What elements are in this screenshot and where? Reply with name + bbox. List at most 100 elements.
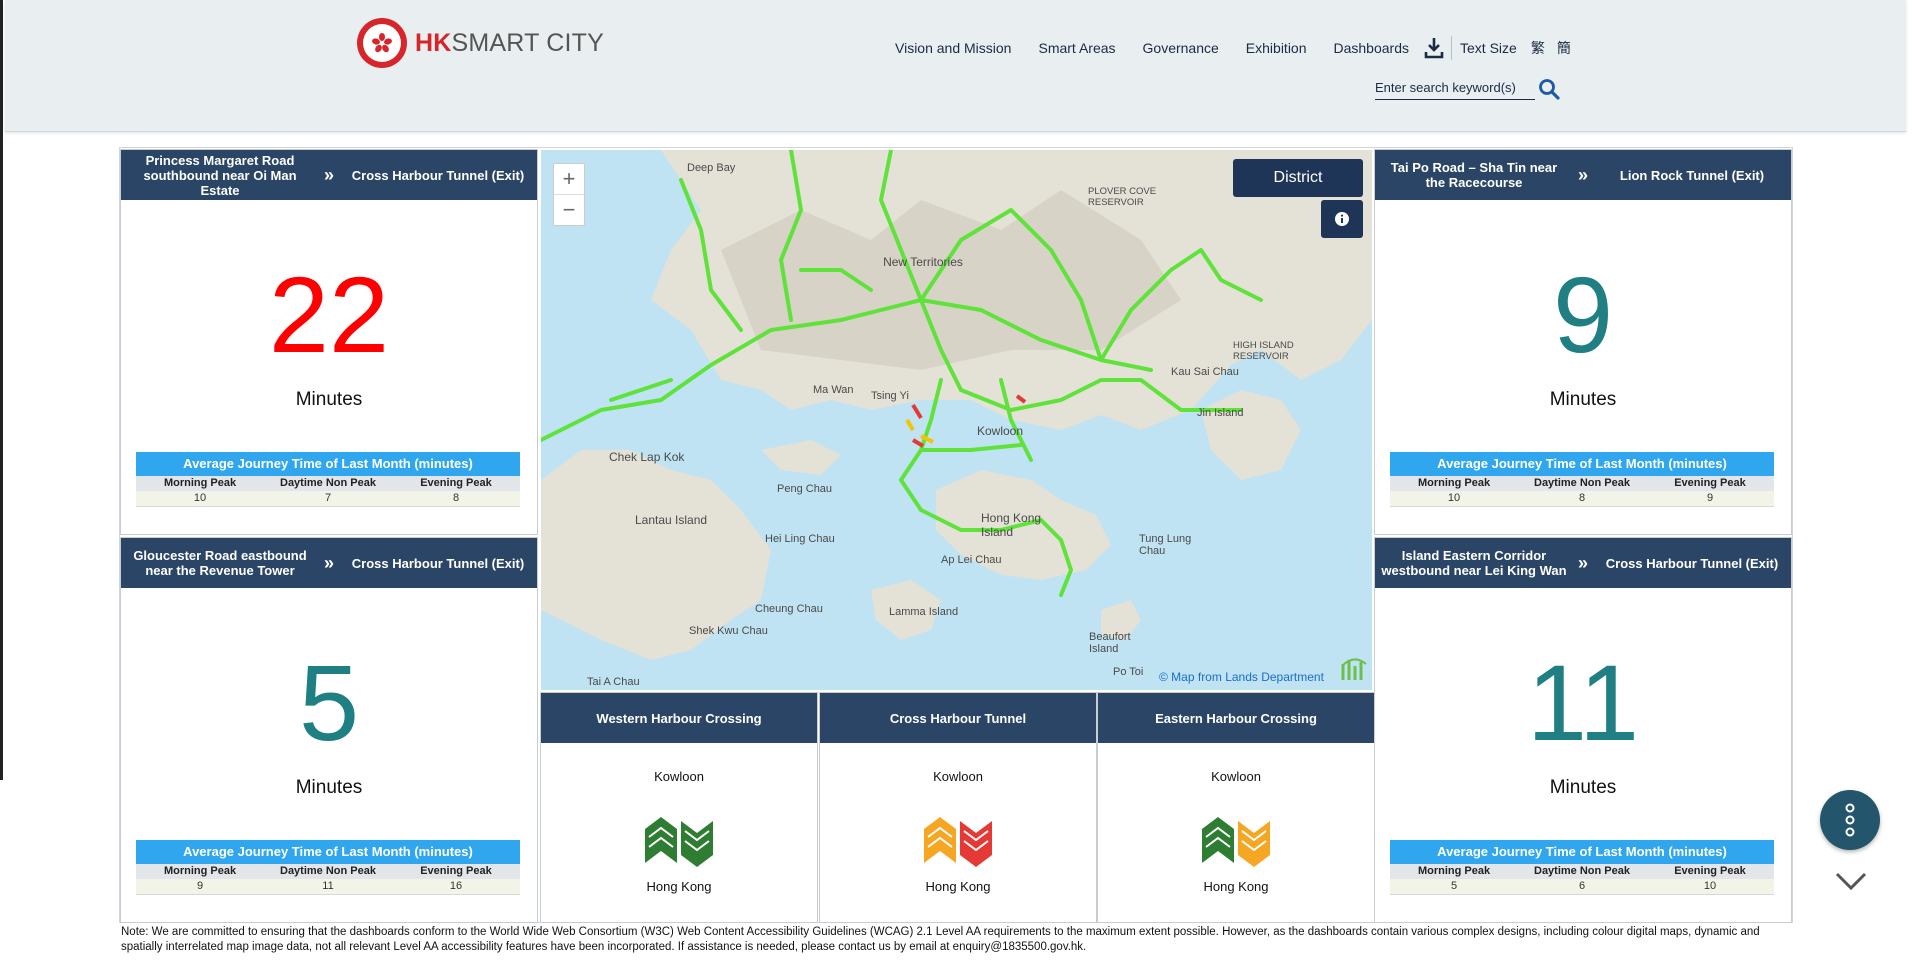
district-button[interactable]: District — [1233, 159, 1363, 197]
route-card-tai-po-road: Tai Po Road – Sha Tin near the Racecours… — [1374, 149, 1792, 535]
download-icon[interactable] — [1423, 36, 1452, 60]
search-icon[interactable] — [1538, 78, 1560, 100]
crossing-card-western-harbour: Western Harbour Crossing Kowloon Hong Ko… — [540, 692, 818, 923]
val-daytime-non-peak: 11 — [322, 880, 334, 892]
main-nav: Vision and Mission Smart Areas Governanc… — [895, 36, 1583, 60]
lang-simplified-link[interactable]: 簡 — [1557, 38, 1571, 58]
traffic-map[interactable]: Deep Bay New Territories PLOVER COVE RES… — [541, 150, 1372, 690]
col-morning-peak: Morning Peak — [163, 865, 237, 877]
route-origin: Island Eastern Corridor westbound near L… — [1381, 548, 1567, 578]
map-label: Jin Island — [1197, 407, 1244, 419]
route-card-island-eastern-corridor: Island Eastern Corridor westbound near L… — [1374, 537, 1792, 923]
route-origin: Gloucester Road eastbound near the Reven… — [133, 548, 307, 578]
route-origin: Tai Po Road – Sha Tin near the Racecours… — [1390, 160, 1558, 190]
val-morning-peak: 10 — [193, 492, 207, 504]
map-label: Deep Bay — [687, 162, 736, 174]
col-morning-peak: Morning Peak — [1417, 865, 1491, 877]
zoom-out-button[interactable]: − — [554, 194, 584, 225]
map-info-button[interactable] — [1321, 200, 1363, 238]
route-destination: Cross Harbour Tunnel (Exit) — [1605, 555, 1779, 571]
map-label: Hong Kong Island — [981, 511, 1042, 539]
val-daytime-non-peak: 6 — [1578, 880, 1586, 892]
avg-journey-table: Average Journey Time of Last Month (minu… — [136, 840, 520, 895]
nav-governance[interactable]: Governance — [1143, 40, 1219, 56]
crossing-title: Eastern Harbour Crossing — [1098, 693, 1374, 743]
crossing-title: Cross Harbour Tunnel — [820, 693, 1096, 743]
crossing-hongkong-label: Hong Kong — [1203, 879, 1269, 894]
val-morning-peak: 10 — [1447, 492, 1461, 504]
text-size-control[interactable]: Text Size — [1460, 40, 1517, 56]
vertical-dots-icon — [1845, 803, 1855, 837]
crossing-kowloon-label: Kowloon — [1211, 769, 1261, 784]
val-evening-peak: 16 — [449, 880, 463, 892]
avg-journey-table: Average Journey Time of Last Month (minu… — [1390, 840, 1774, 895]
col-evening-peak: Evening Peak — [1674, 865, 1746, 877]
val-daytime-non-peak: 8 — [1578, 492, 1586, 504]
avg-journey-table: Average Journey Time of Last Month (minu… — [1390, 452, 1774, 507]
journey-time-value: 22 — [268, 254, 390, 375]
col-morning-peak: Morning Peak — [1417, 477, 1491, 489]
accessibility-note: Note: We are committed to ensuring that … — [121, 926, 1760, 953]
traffic-direction-icon — [645, 817, 713, 867]
map-label: Lantau Island — [635, 513, 708, 527]
route-card-header: Tai Po Road – Sha Tin near the Racecours… — [1375, 150, 1791, 200]
map-label: Po Toi — [1113, 666, 1144, 678]
crossing-kowloon-label: Kowloon — [933, 769, 983, 784]
map-label: Ma Wan — [813, 384, 854, 396]
map-label: Lamma Island — [889, 606, 959, 618]
map-label: Peng Chau — [777, 483, 833, 495]
minutes-label: Minutes — [295, 777, 363, 798]
map-label: Ap Lei Chau — [941, 554, 1002, 566]
map-label: Cheung Chau — [755, 603, 823, 615]
journey-time-value: 9 — [1552, 254, 1614, 375]
scroll-down-chevron-icon[interactable] — [1834, 870, 1868, 892]
double-chevron-icon: » — [323, 552, 334, 573]
zoom-in-button[interactable]: + — [554, 164, 584, 194]
val-evening-peak: 10 — [1703, 880, 1717, 892]
site-header: HKSMART CITY Vision and Mission Smart Ar… — [5, 0, 1906, 132]
map-label: New Territories — [883, 255, 963, 269]
map-zoom-control: + − — [553, 163, 585, 226]
window-edge — [0, 0, 3, 780]
route-card-princess-margaret: Princess Margaret Road southbound near O… — [120, 149, 538, 535]
route-card-header: Princess Margaret Road southbound near O… — [121, 150, 537, 200]
col-daytime-non-peak: Daytime Non Peak — [280, 865, 376, 877]
avg-journey-title: Average Journey Time of Last Month (minu… — [1390, 452, 1774, 476]
hk-smart-city-logo[interactable]: HKSMART CITY — [357, 18, 604, 68]
logo-text: HKSMART CITY — [415, 28, 605, 57]
more-options-button[interactable] — [1820, 790, 1880, 850]
double-chevron-icon: » — [323, 164, 334, 185]
map-label: Shek Kwu Chau — [689, 625, 768, 637]
minutes-label: Minutes — [1549, 389, 1617, 410]
map-label: Tung Lung Chau — [1139, 533, 1192, 557]
nav-exhibition[interactable]: Exhibition — [1246, 40, 1307, 56]
search-field-wrap — [1375, 78, 1535, 100]
traffic-direction-icon — [1202, 817, 1270, 867]
bauhinia-emblem-icon — [357, 18, 407, 68]
nav-dashboards[interactable]: Dashboards — [1334, 40, 1410, 56]
double-chevron-icon: » — [1577, 164, 1588, 185]
map-label: Kau Sai Chau — [1171, 366, 1239, 378]
col-morning-peak: Morning Peak — [163, 477, 237, 489]
crossing-title: Western Harbour Crossing — [541, 693, 817, 743]
avg-journey-title: Average Journey Time of Last Month (minu… — [136, 840, 520, 864]
col-daytime-non-peak: Daytime Non Peak — [1534, 865, 1630, 877]
map-label: Chek Lap Kok — [609, 450, 685, 464]
map-attribution[interactable]: © Map from Lands Department — [1159, 670, 1324, 684]
double-chevron-icon: » — [1577, 552, 1588, 573]
val-morning-peak: 5 — [1450, 880, 1458, 892]
avg-journey-title: Average Journey Time of Last Month (minu… — [136, 452, 520, 476]
map-label: Hei Ling Chau — [765, 533, 835, 545]
route-card-gloucester-road: Gloucester Road eastbound near the Reven… — [120, 537, 538, 923]
map-label: Tsing Yi — [871, 390, 909, 402]
lang-traditional-link[interactable]: 繁 — [1531, 38, 1545, 58]
route-card-header: Island Eastern Corridor westbound near L… — [1375, 538, 1791, 588]
col-evening-peak: Evening Peak — [420, 477, 492, 489]
nav-vision-and-mission[interactable]: Vision and Mission — [895, 40, 1011, 56]
nav-smart-areas[interactable]: Smart Areas — [1038, 40, 1115, 56]
route-destination: Cross Harbour Tunnel (Exit) — [351, 555, 525, 571]
crossing-hongkong-label: Hong Kong — [925, 879, 991, 894]
minutes-label: Minutes — [295, 389, 363, 410]
search-input[interactable] — [1375, 78, 1535, 99]
avg-journey-table: Average Journey Time of Last Month (minu… — [136, 452, 520, 507]
